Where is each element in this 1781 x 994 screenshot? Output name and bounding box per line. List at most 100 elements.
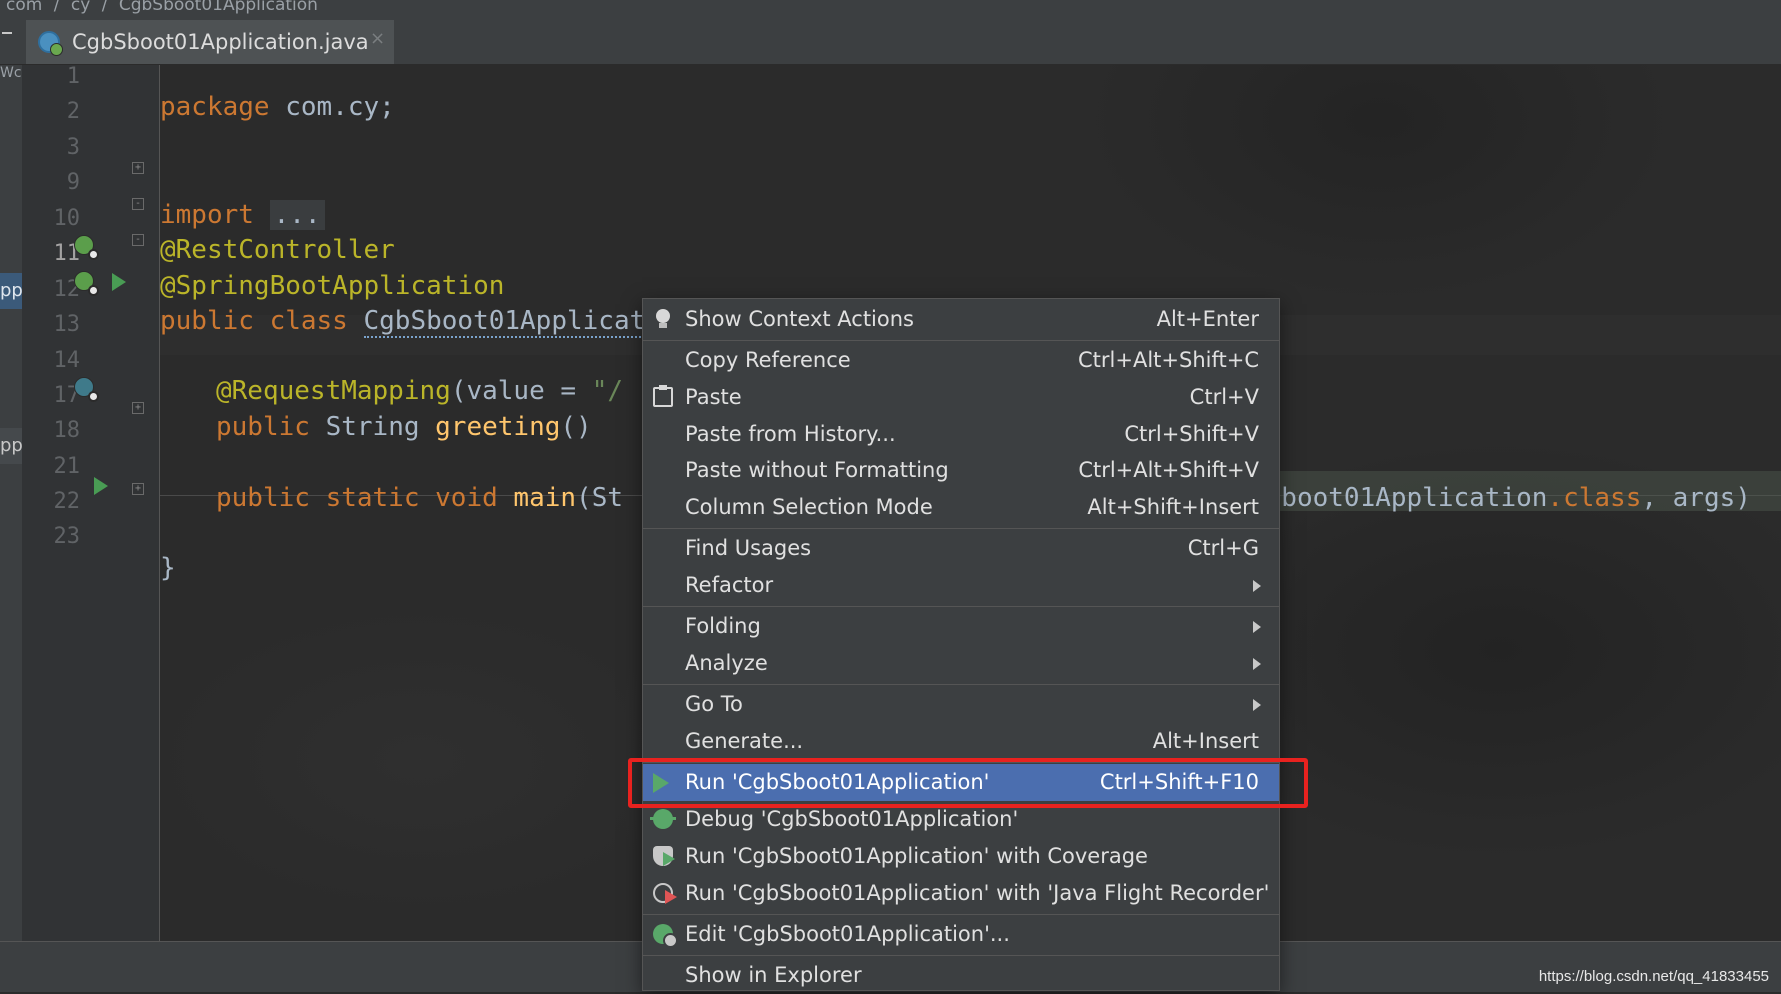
line-number: 17: [53, 383, 81, 408]
tab-cgbsboot01application[interactable]: CgbSboot01Application.java ×: [26, 20, 394, 64]
bean-search-icon[interactable]: [74, 235, 99, 260]
code-line-9[interactable]: @RestController: [160, 230, 395, 270]
menu-item-edit-configuration[interactable]: Edit 'CgbSboot01Application'...: [643, 916, 1279, 953]
menu-separator: [643, 606, 1279, 607]
close-icon[interactable]: ×: [370, 28, 385, 49]
menu-item-generate[interactable]: Generate... Alt+Insert: [643, 723, 1279, 760]
code-text: (value =: [450, 376, 592, 406]
menu-item-go-to[interactable]: Go To: [643, 686, 1279, 723]
fold-expand-icon[interactable]: +: [132, 162, 144, 174]
menu-item-label: Go To: [685, 692, 743, 716]
code-line-18-tail[interactable]: bSboot01Application.class, args): [1250, 478, 1751, 518]
menu-separator: [643, 955, 1279, 956]
code-line-22[interactable]: }: [160, 548, 176, 588]
menu-item-run-with-coverage[interactable]: Run 'CgbSboot01Application' with Coverag…: [643, 838, 1279, 875]
code-line-11[interactable]: public class CgbSboot01Application {: [160, 301, 724, 341]
fold-marker-icon[interactable]: -: [132, 198, 144, 210]
run-gutter-icon[interactable]: [112, 273, 126, 291]
submenu-arrow-icon: [1253, 699, 1261, 711]
menu-item-run-with-jfr[interactable]: Run 'CgbSboot01Application' with 'Java F…: [643, 875, 1279, 912]
menu-item-analyze[interactable]: Analyze: [643, 645, 1279, 682]
collapse-icon[interactable]: [2, 32, 12, 34]
menu-item-label: Edit 'CgbSboot01Application'...: [685, 922, 1010, 946]
menu-separator: [643, 914, 1279, 915]
code-line-13[interactable]: @RequestMapping(value = "/: [216, 371, 623, 411]
menu-separator: [643, 684, 1279, 685]
spring-bean-icon[interactable]: [74, 271, 99, 296]
menu-item-refactor[interactable]: Refactor: [643, 567, 1279, 604]
line-number: 22: [53, 489, 81, 514]
code-line-18[interactable]: public static void main(St: [216, 478, 623, 518]
menu-item-shortcut: Ctrl+V: [1189, 385, 1259, 409]
breadcrumb-item[interactable]: CgbSboot01Application: [119, 0, 318, 15]
line-number: 13: [53, 312, 81, 337]
method-name: main: [513, 483, 577, 513]
code-line-1[interactable]: package com.cy;: [160, 87, 395, 127]
menu-item-label: Show in Explorer: [685, 963, 862, 987]
line-number: 18: [53, 418, 81, 443]
menu-item-label: Run 'CgbSboot01Application' with Coverag…: [685, 844, 1148, 868]
annotation: @RequestMapping: [216, 376, 451, 406]
line-number: 21: [53, 454, 81, 479]
menu-item-shortcut: Ctrl+G: [1187, 536, 1259, 560]
bulb-icon: [653, 309, 673, 329]
fold-expand-icon[interactable]: +: [132, 483, 144, 495]
menu-item-paste-from-history[interactable]: Paste from History... Ctrl+Shift+V: [643, 416, 1279, 453]
keyword: public static void: [216, 483, 514, 513]
code-line-14[interactable]: public String greeting(): [216, 407, 607, 447]
menu-item-label: Copy Reference: [685, 348, 851, 372]
menu-item-label: Column Selection Mode: [685, 495, 933, 519]
flight-recorder-icon: [653, 883, 677, 904]
menu-item-shortcut: Ctrl+Alt+Shift+C: [1078, 348, 1259, 372]
line-number: 23: [53, 524, 81, 549]
code-line-10[interactable]: @SpringBootApplication: [160, 266, 504, 306]
fold-marker-icon[interactable]: -: [132, 234, 144, 246]
menu-item-label: Analyze: [685, 651, 768, 675]
menu-item-column-selection-mode[interactable]: Column Selection Mode Alt+Shift+Insert: [643, 489, 1279, 526]
edit-config-icon: [653, 924, 678, 948]
menu-item-show-context-actions[interactable]: Show Context Actions Alt+Enter: [643, 301, 1279, 338]
breadcrumb-separator: /: [101, 0, 108, 15]
code-line-3[interactable]: import ...: [160, 195, 325, 235]
tab-label: CgbSboot01Application.java: [72, 30, 369, 54]
keyword: public: [216, 412, 326, 442]
menu-item-copy-reference[interactable]: Copy Reference Ctrl+Alt+Shift+C: [643, 342, 1279, 379]
line-number: 9: [66, 170, 80, 195]
keyword: .class: [1547, 483, 1642, 513]
clipboard-icon: [653, 385, 673, 407]
code-text: com.cy;: [269, 92, 395, 122]
watermark: https://blog.csdn.net/qq_41833455: [1538, 968, 1769, 985]
strip-tab-label: pp: [0, 435, 23, 456]
strip-label[interactable]: Wc: [0, 65, 22, 81]
line-number: 1: [66, 64, 80, 89]
run-gutter-icon[interactable]: [94, 477, 108, 495]
line-number: 14: [53, 348, 81, 373]
menu-item-folding[interactable]: Folding: [643, 608, 1279, 645]
submenu-arrow-icon: [1253, 621, 1261, 633]
submenu-arrow-icon: [1253, 580, 1261, 592]
code-text: , args): [1641, 483, 1751, 513]
strip-tab[interactable]: pp: [0, 428, 23, 464]
keyword: package: [160, 92, 270, 122]
context-menu: Show Context Actions Alt+Enter Copy Refe…: [642, 298, 1280, 991]
menu-item-label: Show Context Actions: [685, 307, 914, 331]
menu-item-show-in-explorer[interactable]: Show in Explorer: [643, 957, 1279, 994]
breadcrumb-item[interactable]: cy: [71, 0, 90, 15]
keyword: public class: [160, 306, 364, 336]
breadcrumb-item[interactable]: com: [6, 0, 42, 15]
menu-item-paste-without-formatting[interactable]: Paste without Formatting Ctrl+Alt+Shift+…: [643, 452, 1279, 489]
code-text: (): [560, 412, 608, 442]
menu-item-label: Paste from History...: [685, 422, 896, 446]
type-name: String: [325, 412, 436, 442]
red-highlight-annotation: [628, 758, 1308, 808]
line-number: 10: [53, 206, 81, 231]
menu-item-paste[interactable]: Paste Ctrl+V: [643, 379, 1279, 416]
web-endpoint-icon[interactable]: [74, 377, 99, 402]
folded-region[interactable]: ...: [269, 200, 325, 230]
keyword: import: [160, 200, 254, 230]
menu-item-find-usages[interactable]: Find Usages Ctrl+G: [643, 530, 1279, 567]
fold-expand-icon[interactable]: +: [132, 402, 144, 414]
strip-tab[interactable]: pp: [0, 273, 23, 309]
submenu-arrow-icon: [1253, 658, 1261, 670]
debug-icon: [650, 809, 676, 829]
